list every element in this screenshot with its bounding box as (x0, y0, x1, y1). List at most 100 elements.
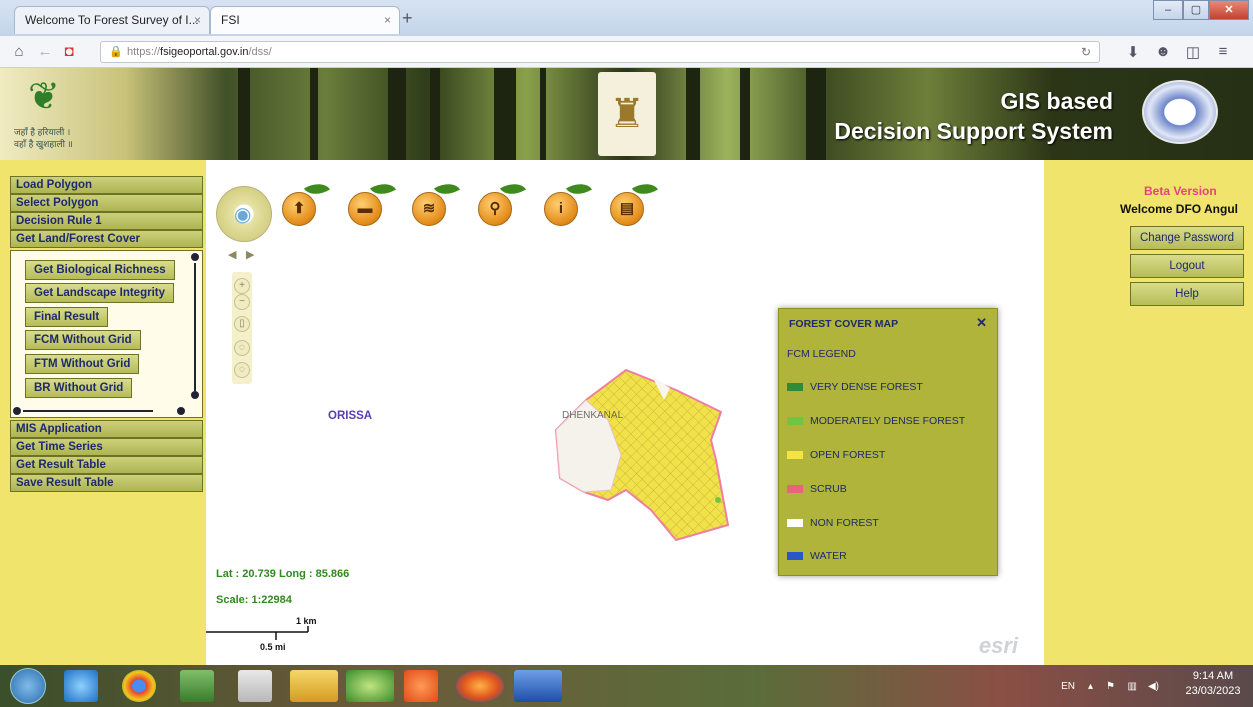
info-tool[interactable]: i (544, 177, 593, 226)
menu-load-polygon[interactable]: Load Polygon (10, 176, 203, 194)
print-tool[interactable]: ▤ (610, 177, 659, 226)
menu-select-polygon[interactable]: Select Polygon (10, 194, 203, 212)
help-button[interactable]: Help (1130, 282, 1244, 306)
tab-close-icon[interactable]: × (384, 13, 391, 27)
pdf-app-icon[interactable] (238, 670, 272, 702)
legend-label: VERY DENSE FOREST (810, 381, 923, 393)
national-emblem-logo: ♜ (598, 72, 656, 156)
legend-swatch (787, 485, 803, 493)
download-icon[interactable]: ⬇ (1124, 43, 1142, 61)
layers-icon: ≋ (412, 192, 446, 226)
tray-expand-icon[interactable]: ▴ (1088, 681, 1093, 692)
esri-logo: esri (978, 633, 1018, 658)
internet-explorer-icon[interactable] (64, 670, 98, 702)
word-icon[interactable] (514, 670, 562, 702)
menu-save-result-table[interactable]: Save Result Table (10, 474, 203, 492)
lock-icon: 🔒 (109, 46, 123, 58)
next-extent-icon[interactable]: ◌ (234, 362, 250, 378)
close-window-button[interactable]: ✕ (1209, 0, 1249, 20)
pan-left-icon[interactable]: ◀ (228, 248, 236, 261)
legend-swatch (787, 451, 803, 459)
logo-tagline-2: वहाँ है खुशहाली ॥ (14, 139, 73, 149)
excel-calculator-icon[interactable] (180, 670, 214, 702)
fullscreen-icon[interactable]: ▯ (234, 316, 250, 332)
menu-mis-application[interactable]: MIS Application (10, 420, 203, 438)
new-tab-icon[interactable]: + (402, 8, 413, 29)
reload-icon[interactable]: ↻ (1081, 45, 1091, 59)
legend-swatch (787, 417, 803, 425)
maximize-button[interactable]: ▢ (1183, 0, 1209, 20)
zoom-in-icon[interactable]: + (234, 278, 250, 294)
menu-land-forest-cover[interactable]: Get Land/Forest Cover (10, 230, 203, 248)
tab-label: Welcome To Forest Survey of I... (25, 13, 199, 27)
url-path: /dss/ (248, 46, 272, 58)
header-banner: ❦ जहाँ है हरियाली । वहाँ है खुशहाली ॥ ♜ … (0, 68, 1253, 160)
emblem-icon: ♜ (609, 92, 645, 136)
final-result-button[interactable]: Final Result (25, 307, 109, 327)
add-layer-icon: ⬆ (282, 192, 316, 226)
system-clock[interactable]: 9:14 AM 23/03/2023 (1185, 669, 1241, 699)
map-canvas[interactable]: ◉ ◀ ▶ + − ▯ ◌ ◌ ⬆ ▬ ≋ ⚲ i ▤ ORISSA DHENK… (206, 160, 1044, 665)
tab-welcome[interactable]: Welcome To Forest Survey of I... × (14, 6, 210, 34)
sidebar-icon[interactable]: ◫ (1184, 43, 1202, 61)
qgis-icon[interactable] (346, 670, 394, 702)
change-password-button[interactable]: Change Password (1130, 226, 1244, 250)
tab-label: FSI (221, 13, 240, 27)
zoom-out-icon[interactable]: − (234, 294, 250, 310)
menu-get-time-series[interactable]: Get Time Series (10, 438, 203, 456)
pocket-icon[interactable]: ◘ (60, 43, 78, 60)
start-button[interactable] (10, 668, 46, 704)
horizontal-scrollbar[interactable] (13, 407, 188, 415)
menu-icon[interactable]: ≡ (1214, 43, 1232, 60)
scalebar-mi-label: 0.5 mi (260, 642, 286, 652)
br-without-grid-button[interactable]: BR Without Grid (25, 378, 133, 398)
chrome-icon[interactable] (122, 670, 156, 702)
account-icon[interactable]: ☻ (1154, 43, 1172, 60)
tab-fsi[interactable]: FSI × (210, 6, 400, 34)
tab-close-icon[interactable]: × (194, 13, 201, 27)
region-label: ORISSA (328, 410, 373, 422)
prev-extent-icon[interactable]: ◌ (234, 340, 250, 356)
network-icon[interactable]: ▥ (1128, 681, 1137, 692)
legend-label: OPEN FOREST (810, 449, 886, 461)
logo-tagline-1: जहाँ है हरियाली । (14, 127, 71, 137)
logout-button[interactable]: Logout (1130, 254, 1244, 278)
legend-label: WATER (810, 550, 847, 562)
volume-icon[interactable]: ◀) (1148, 681, 1159, 692)
legend-title: FOREST COVER MAP (789, 318, 899, 330)
vertical-scrollbar[interactable] (191, 253, 199, 399)
home-icon[interactable]: ⌂ (10, 43, 28, 60)
forest-polygon[interactable] (546, 360, 736, 550)
title-line-1: GIS based (1000, 88, 1113, 114)
file-explorer-icon[interactable] (290, 670, 338, 702)
layers-tool[interactable]: ≋ (412, 177, 461, 226)
legend-close-icon[interactable]: ✕ (976, 315, 987, 331)
pan-right-icon[interactable]: ▶ (246, 248, 254, 261)
ftm-without-grid-button[interactable]: FTM Without Grid (25, 354, 140, 374)
menu-decision-rule[interactable]: Decision Rule 1 (10, 212, 203, 230)
brave-icon[interactable] (404, 670, 438, 702)
get-biological-richness-button[interactable]: Get Biological Richness (25, 260, 175, 280)
flag-icon[interactable]: ⚑ (1106, 681, 1115, 692)
language-indicator[interactable]: EN (1061, 681, 1075, 692)
windows-taskbar: EN ▴ ⚑ ▥ ◀) 9:14 AM 23/03/2023 (0, 665, 1253, 707)
fsi-logo: ❦ जहाँ है हरियाली । वहाँ है खुशहाली ॥ (14, 78, 94, 156)
tree-logo-icon: ❦ (28, 76, 60, 118)
pan-navigator[interactable]: ◉ (216, 186, 272, 242)
url-prefix: https:// (127, 46, 161, 58)
url-bar[interactable]: 🔒 https://fsigeoportal.gov.in/dss/ ↻ (100, 41, 1100, 63)
add-layer-tool[interactable]: ⬆ (282, 177, 331, 226)
legend-swatch (787, 552, 803, 560)
page-title: GIS based Decision Support System (834, 86, 1113, 146)
lat-long-readout: Lat : 20.739 Long : 85.866 (216, 568, 350, 580)
back-icon[interactable]: ← (36, 43, 54, 60)
firefox-icon[interactable] (456, 670, 504, 702)
left-sidebar: Load Polygon Select Polygon Decision Rul… (0, 160, 206, 665)
print-icon: ▤ (610, 192, 644, 226)
minimize-button[interactable]: – (1153, 0, 1183, 20)
search-tool[interactable]: ⚲ (478, 177, 527, 226)
get-landscape-integrity-button[interactable]: Get Landscape Integrity (25, 283, 175, 303)
draw-tool[interactable]: ▬ (348, 177, 397, 226)
menu-get-result-table[interactable]: Get Result Table (10, 456, 203, 474)
fcm-without-grid-button[interactable]: FCM Without Grid (25, 330, 141, 350)
